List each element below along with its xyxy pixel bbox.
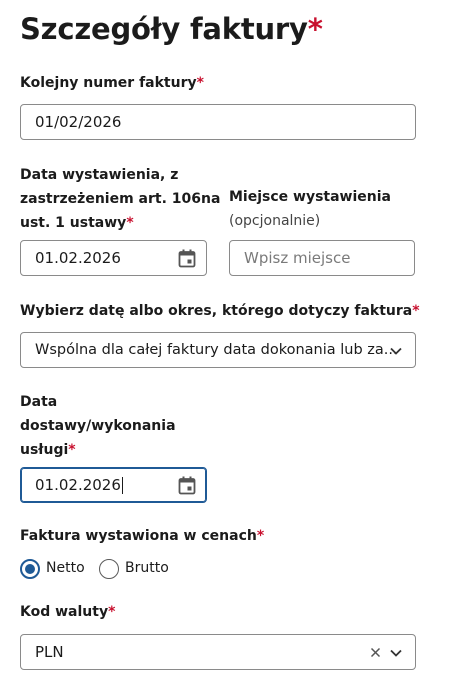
delivery-date-label: Data dostawy/wykonania usługi* [20,394,176,458]
page-title: Szczegóły faktury* [20,12,323,46]
date-scope-label: Wybierz datę albo okres, którego dotyczy… [20,303,420,319]
chevron-down-icon [390,347,402,355]
brutto-radio[interactable] [99,559,119,579]
invoice-number-input[interactable]: 01/02/2026 [20,104,416,140]
netto-radio[interactable] [20,559,40,579]
text-caret [121,476,123,494]
currency-select[interactable]: PLN [20,634,416,670]
price-type-label: Faktura wystawiona w cenach* [20,528,265,544]
date-scope-value: Wspólna dla całej faktury data dokonania… [35,342,398,358]
issue-place-placeholder: Wpisz miejsce [244,249,351,267]
issue-date-label: Data wystawienia, z zastrzeżeniem art. 1… [20,167,221,231]
issue-date-value: 01.02.2026 [35,249,121,267]
required-asterisk: * [307,12,323,46]
issue-date-input[interactable]: 01.02.2026 [20,240,207,276]
delivery-date-value: 01.02.2026 [35,476,121,494]
optional-note: (opcjonalnie) [229,213,321,229]
clear-icon[interactable] [370,647,381,658]
currency-label: Kod waluty* [20,604,116,620]
issue-place-label: Miejsce wystawienia (opcjonalnie) [229,185,391,233]
chevron-down-icon[interactable] [389,646,403,660]
netto-radio-label[interactable]: Netto [46,560,85,576]
calendar-icon[interactable] [178,249,196,268]
date-scope-select[interactable]: Wspólna dla całej faktury data dokonania… [20,332,416,368]
issue-place-input[interactable]: Wpisz miejsce [229,240,415,276]
invoice-number-value: 01/02/2026 [35,113,122,131]
invoice-number-label: Kolejny numer faktury* [20,75,204,91]
currency-value: PLN [35,643,64,661]
calendar-icon[interactable] [178,476,196,495]
delivery-date-input[interactable]: 01.02.2026 [20,467,207,503]
brutto-radio-label[interactable]: Brutto [125,560,169,576]
